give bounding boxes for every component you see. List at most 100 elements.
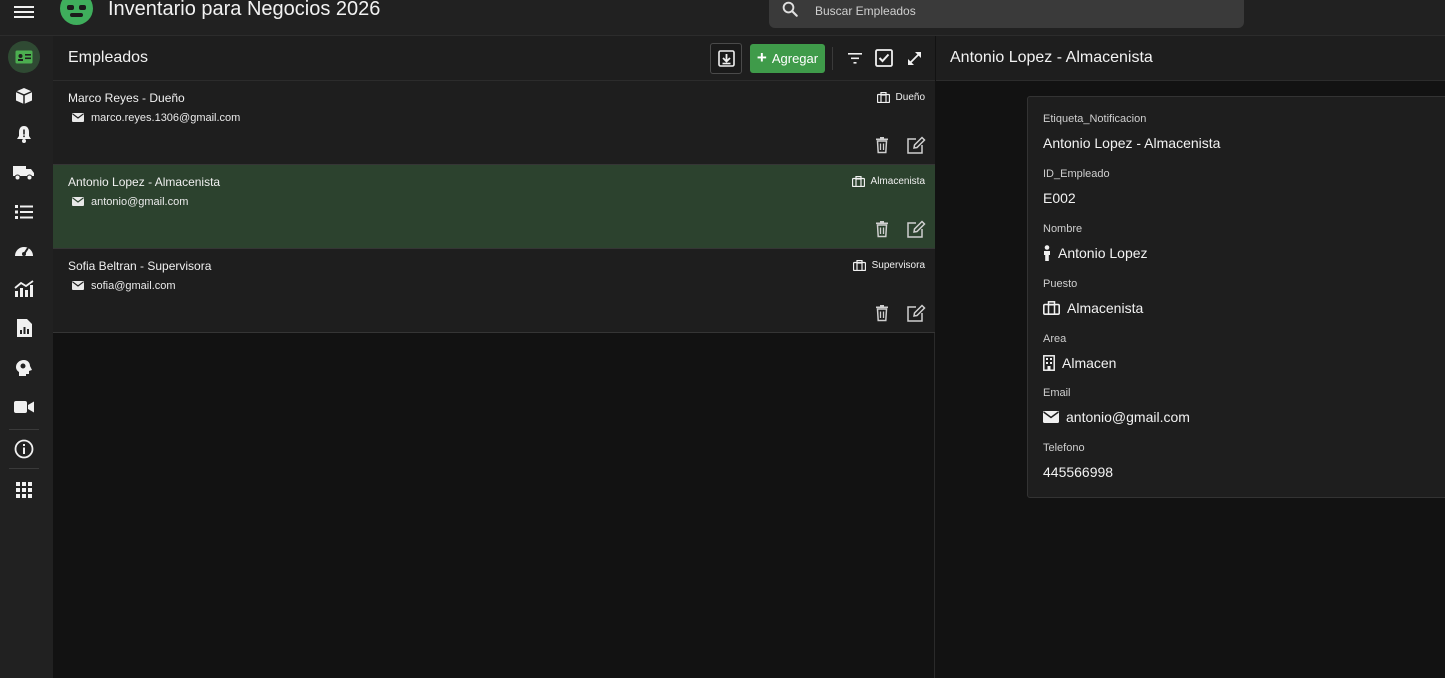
field-label: Nombre <box>1043 223 1083 235</box>
briefcase-icon <box>876 92 890 103</box>
field-value: Almacenista <box>1043 300 1143 316</box>
sidebar-item-dashboard[interactable] <box>8 234 40 266</box>
field-value-text: Almacen <box>1062 355 1117 371</box>
download-icon <box>717 50 735 67</box>
field-value-text: E002 <box>1043 190 1076 206</box>
role-badge-label: Dueño <box>895 92 925 103</box>
search-bar[interactable] <box>769 0 1244 28</box>
plus-icon: + <box>756 47 767 67</box>
role-badge-label: Almacenista <box>870 176 925 187</box>
field-label: Telefono <box>1043 442 1085 454</box>
search-input[interactable] <box>815 2 1215 20</box>
envelope-icon <box>1043 411 1059 423</box>
truck-icon <box>13 166 34 181</box>
field-label: ID_Empleado <box>1043 168 1110 180</box>
list-item[interactable]: Sofia Beltran - Supervisora sofia@gmail.… <box>53 249 935 333</box>
grid-icon <box>16 482 32 498</box>
trash-icon[interactable] <box>873 304 891 322</box>
select-all-checkbox[interactable] <box>874 48 894 68</box>
app-title: Inventario para Negocios 2026 <box>108 0 381 20</box>
sidebar-item-ideas[interactable] <box>8 352 40 384</box>
list-header: Empleados + Agregar <box>53 36 935 81</box>
field-label: Area <box>1043 333 1067 345</box>
employee-title: Marco Reyes - Dueño <box>68 91 185 105</box>
sidebar <box>0 36 53 678</box>
filter-button[interactable] <box>845 48 865 68</box>
edit-icon[interactable] <box>906 136 926 154</box>
detail-header: Antonio Lopez - Almacenista <box>936 36 1445 81</box>
sidebar-divider <box>9 468 39 469</box>
edit-icon[interactable] <box>906 220 926 238</box>
search-icon <box>782 1 798 17</box>
sidebar-item-info[interactable] <box>8 433 40 465</box>
building-icon <box>1043 355 1055 371</box>
sidebar-item-analytics[interactable] <box>8 273 40 305</box>
field-label: Puesto <box>1043 278 1078 290</box>
list-title: Empleados <box>68 49 149 66</box>
sidebar-item-reports[interactable] <box>8 312 40 344</box>
sidebar-item-products[interactable] <box>8 80 40 112</box>
detail-card: Etiqueta_Notificacion Antonio Lopez - Al… <box>1027 96 1445 498</box>
sidebar-item-lists[interactable] <box>8 196 40 228</box>
brain-icon <box>16 360 32 376</box>
field-value-text: 445566998 <box>1043 464 1114 480</box>
filter-icon <box>848 52 862 64</box>
download-button[interactable] <box>710 43 742 74</box>
employee-detail-panel: Antonio Lopez - Almacenista Etiqueta_Not… <box>936 36 1445 678</box>
field-value: Antonio Lopez <box>1043 245 1148 261</box>
field-value: antonio@gmail.com <box>1043 409 1190 425</box>
report-icon <box>16 319 32 337</box>
field-value: Almacen <box>1043 355 1116 371</box>
field-label: Email <box>1043 387 1071 399</box>
list-item[interactable]: Marco Reyes - Dueño marco.reyes.1306@gma… <box>53 81 935 165</box>
list-item-selected[interactable]: Antonio Lopez - Almacenista antonio@gmai… <box>53 165 935 249</box>
list-icon <box>15 205 33 219</box>
checkbox-checked-icon <box>875 49 893 67</box>
trash-icon[interactable] <box>873 136 891 154</box>
expand-button[interactable] <box>904 48 924 68</box>
expand-icon <box>907 51 921 65</box>
sidebar-item-alerts[interactable] <box>8 118 40 150</box>
briefcase-icon <box>852 260 866 271</box>
box-icon <box>15 88 33 104</box>
employee-email: marco.reyes.1306@gmail.com <box>91 112 241 124</box>
trash-icon[interactable] <box>873 220 891 238</box>
envelope-icon <box>72 281 84 290</box>
field-value: E002 <box>1043 190 1076 206</box>
gauge-icon <box>15 247 33 256</box>
video-icon <box>14 401 34 413</box>
field-value-text: antonio@gmail.com <box>1066 409 1190 425</box>
envelope-icon <box>72 197 84 206</box>
role-badge: Almacenista <box>851 176 925 187</box>
employee-email: sofia@gmail.com <box>91 280 176 292</box>
menu-icon[interactable] <box>14 3 34 21</box>
add-button-label: Agregar <box>771 51 819 66</box>
employee-title: Antonio Lopez - Almacenista <box>68 175 221 189</box>
sidebar-item-apps[interactable] <box>8 474 40 506</box>
field-value-text: Almacenista <box>1067 300 1144 316</box>
info-icon <box>14 439 34 459</box>
sidebar-item-video[interactable] <box>8 391 40 423</box>
envelope-icon <box>72 113 84 122</box>
sidebar-item-deliveries[interactable] <box>8 157 40 189</box>
role-badge-label: Supervisora <box>871 260 925 271</box>
sidebar-divider <box>9 429 39 430</box>
employee-list-panel: Empleados + Agregar Marco Reyes - Dueño … <box>53 36 935 678</box>
detail-title: Antonio Lopez - Almacenista <box>950 49 1153 66</box>
role-badge: Dueño <box>876 92 925 103</box>
bell-icon <box>17 126 31 143</box>
employee-title: Sofia Beltran - Supervisora <box>68 259 212 273</box>
sidebar-item-employees[interactable] <box>8 41 40 73</box>
field-value-text: Antonio Lopez <box>1058 245 1148 261</box>
edit-icon[interactable] <box>906 304 926 322</box>
field-value-text: Antonio Lopez - Almacenista <box>1043 135 1221 151</box>
chart-icon <box>14 280 34 297</box>
app-logo <box>60 0 93 25</box>
field-label: Etiqueta_Notificacion <box>1043 113 1147 125</box>
top-bar: Inventario para Negocios 2026 <box>0 0 1445 36</box>
field-value: Antonio Lopez - Almacenista <box>1043 135 1220 151</box>
person-icon <box>1044 245 1050 261</box>
add-employee-button[interactable]: + Agregar <box>750 44 825 73</box>
field-value: 445566998 <box>1043 464 1113 480</box>
role-badge: Supervisora <box>852 260 925 271</box>
